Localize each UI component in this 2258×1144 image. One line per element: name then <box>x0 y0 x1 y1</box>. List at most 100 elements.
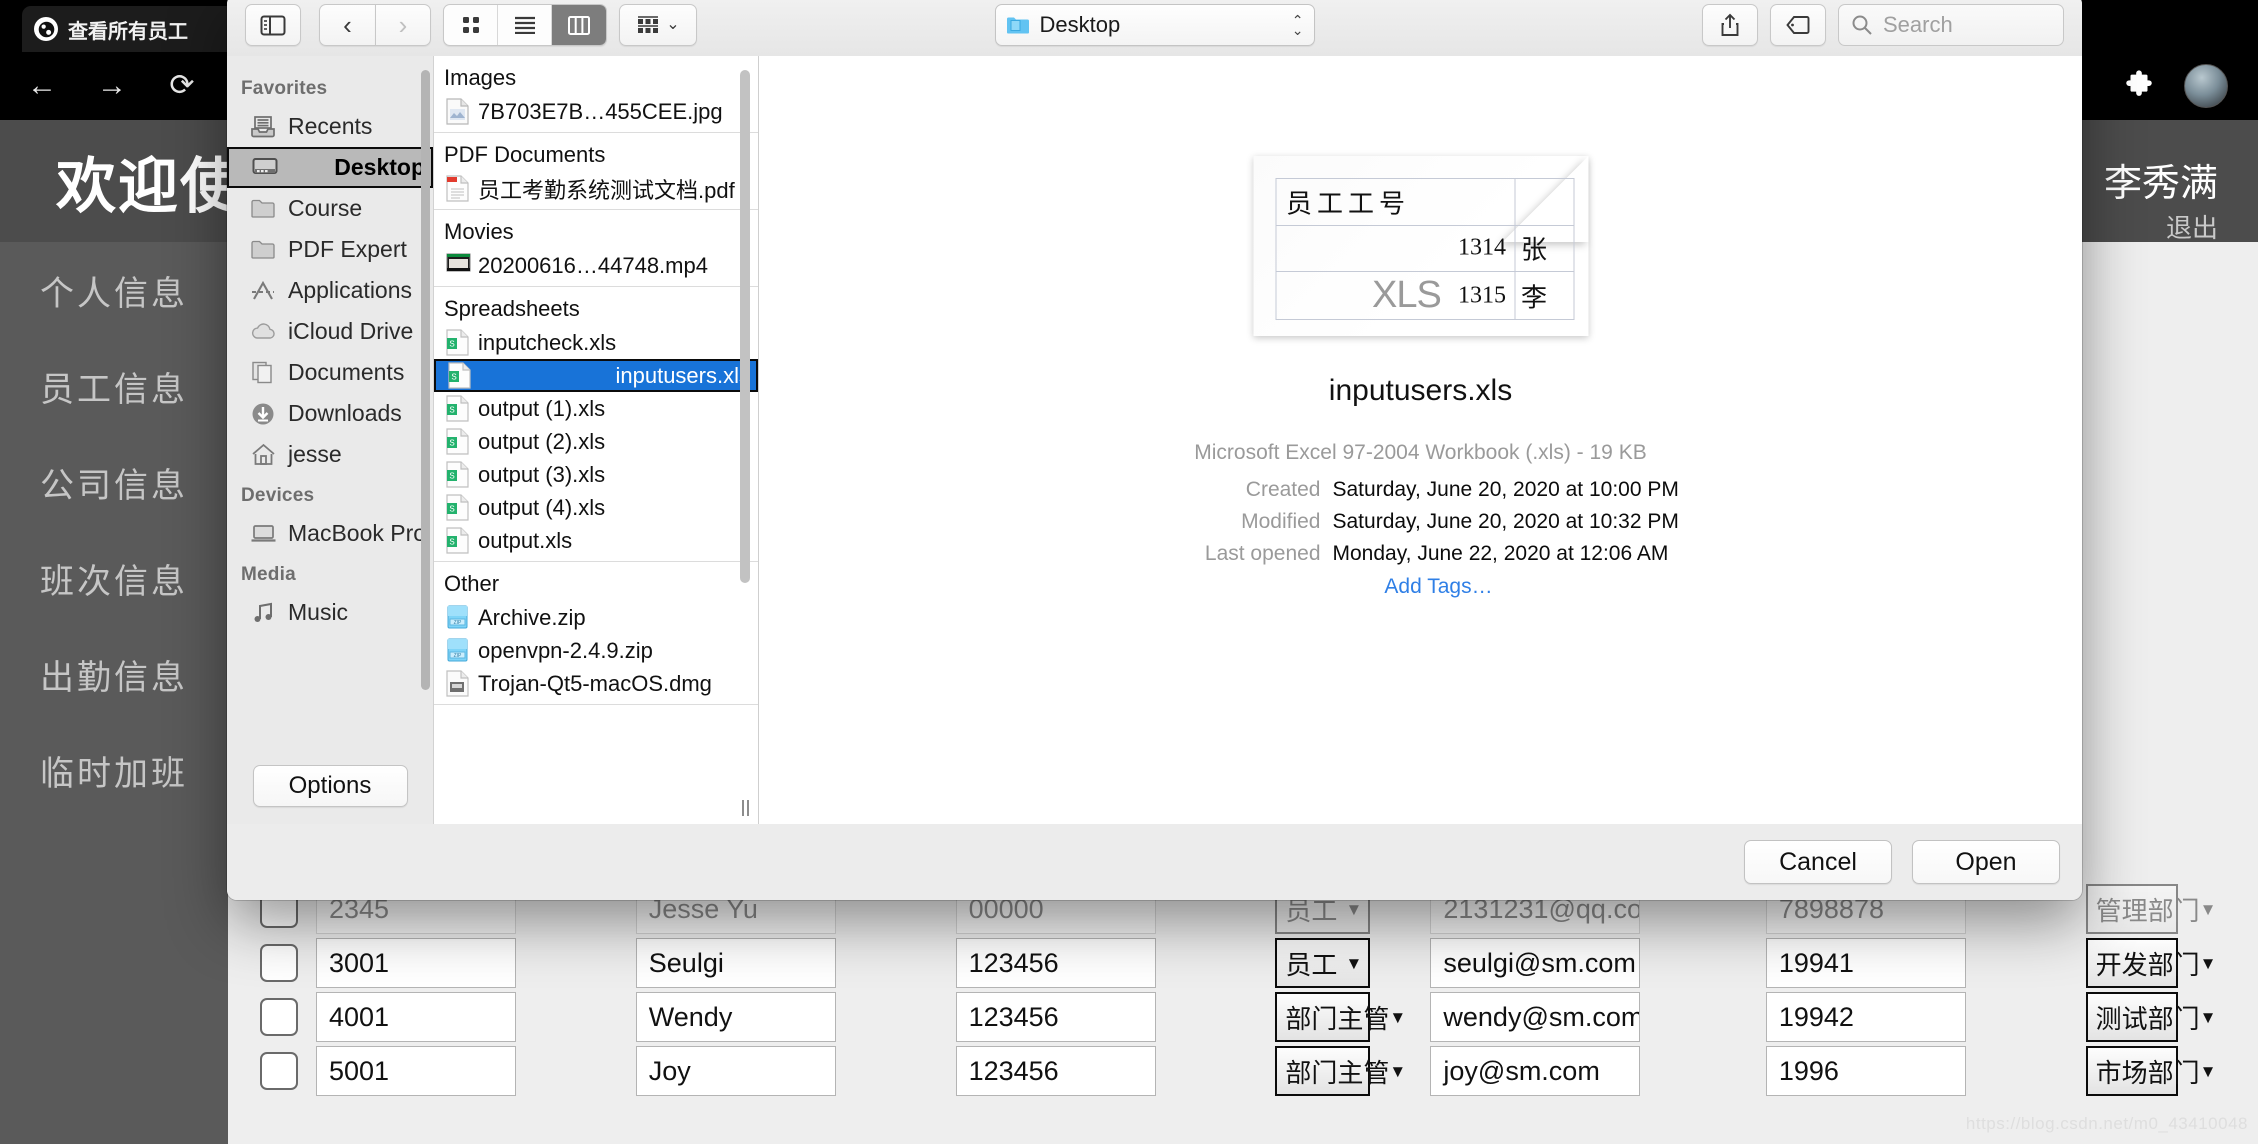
cell-phone[interactable]: 19942 <box>1766 992 1966 1042</box>
folder-icon <box>1006 15 1030 35</box>
cell-email[interactable]: wendy@sm.com <box>1430 992 1640 1042</box>
dmg-file-icon <box>446 670 469 697</box>
cell-password[interactable]: 123456 <box>956 938 1156 988</box>
xls-file-icon: S <box>446 329 469 356</box>
tag-button[interactable] <box>1770 4 1826 46</box>
dialog-forward-button[interactable]: › <box>375 4 431 46</box>
cell-role-select[interactable]: 部门主管▼ <box>1275 992 1370 1042</box>
row-checkbox[interactable] <box>260 998 298 1036</box>
list-item[interactable]: 20200616…44748.mp4 <box>434 249 758 282</box>
column-resize-handle[interactable] <box>737 800 753 818</box>
sidebar-item-macbook-pro[interactable]: MacBook Pro <box>227 513 433 554</box>
sidebar-toggle-icon[interactable] <box>245 4 301 46</box>
cell-dept-select[interactable]: 管理部门▼ <box>2086 884 2178 934</box>
sidebar-item-label: Applications <box>288 277 412 304</box>
dialog-back-button[interactable]: ‹ <box>319 4 375 46</box>
list-item[interactable]: Trojan-Qt5-macOS.dmg <box>434 667 758 700</box>
logout-link[interactable]: 退出 <box>2166 208 2218 245</box>
cell-email[interactable]: joy@sm.com <box>1430 1046 1640 1096</box>
cell-email[interactable]: seulgi@sm.com <box>1430 938 1640 988</box>
list-item[interactable]: S output (2).xls <box>434 425 758 458</box>
sidebar-item-shift[interactable]: 班次信息 <box>0 530 228 626</box>
list-item[interactable]: S output.xls <box>434 524 758 557</box>
preview-file-name: inputusers.xls <box>759 374 2082 408</box>
path-popup-button[interactable]: Desktop ⌃⌄ <box>995 4 1315 46</box>
cell-name[interactable]: Seulgi <box>636 938 836 988</box>
cell-dept-select[interactable]: 市场部门▼ <box>2086 1046 2178 1096</box>
sidebar-item-label: Desktop <box>334 154 425 181</box>
file-list-scrollbar[interactable] <box>740 70 750 583</box>
xls-format-badge: XLS <box>1372 274 1441 317</box>
list-item[interactable]: S inputcheck.xls <box>434 326 758 359</box>
share-button[interactable] <box>1702 4 1758 46</box>
cell-employee-id[interactable]: 4001 <box>316 992 516 1042</box>
extensions-puzzle-icon[interactable] <box>2122 69 2156 103</box>
role-value: 员工 <box>1285 945 1337 982</box>
sidebar-item-label: Recents <box>288 113 372 140</box>
xls-header-cell: 员工工号 <box>1276 179 1515 225</box>
sidebar-item-documents[interactable]: Documents <box>227 352 433 393</box>
cell-employee-id[interactable]: 5001 <box>316 1046 516 1096</box>
xls-cell-number: 1315 XLS <box>1276 272 1515 319</box>
sidebar-item-desktop[interactable]: Desktop <box>227 147 433 188</box>
search-input[interactable]: Search <box>1838 4 2064 46</box>
list-item[interactable]: ZIP Archive.zip <box>434 601 758 634</box>
sidebar-item-overtime[interactable]: 临时加班 <box>0 722 228 818</box>
sidebar-item-attendance[interactable]: 出勤信息 <box>0 626 228 722</box>
browser-back-icon[interactable]: ← <box>22 66 62 106</box>
column-view-button[interactable] <box>552 5 606 45</box>
cell-phone[interactable]: 19941 <box>1766 938 1966 988</box>
sidebar-item-course[interactable]: Course <box>227 188 433 229</box>
list-item[interactable]: ZIP openvpn-2.4.9.zip <box>434 634 758 667</box>
sidebar-scrollbar[interactable] <box>421 70 430 690</box>
file-name: output (1).xls <box>478 396 605 422</box>
sidebar-item-personal[interactable]: 个人信息 <box>0 242 228 338</box>
svg-text:S: S <box>451 373 456 382</box>
list-item[interactable]: S output (3).xls <box>434 458 758 491</box>
icon-view-button[interactable] <box>444 5 498 45</box>
sidebar-item-icloud-drive[interactable]: iCloud Drive <box>227 311 433 352</box>
cell-password[interactable]: 123456 <box>956 1046 1156 1096</box>
cell-phone[interactable]: 1996 <box>1766 1046 1966 1096</box>
browser-reload-icon[interactable]: ⟳ <box>162 66 202 106</box>
cell-role-select[interactable]: 部门主管▼ <box>1275 1046 1370 1096</box>
avatar[interactable] <box>2184 64 2228 108</box>
sidebar-item-applications[interactable]: Applications <box>227 270 433 311</box>
open-button[interactable]: Open <box>1912 840 2060 884</box>
sidebar-section-devices: Devices <box>227 475 433 513</box>
cell-dept-select[interactable]: 测试部门▼ <box>2086 992 2178 1042</box>
row-checkbox[interactable] <box>260 1052 298 1090</box>
browser-tab-title: 查看所有员工 <box>68 15 188 44</box>
table-row[interactable]: 5001 Joy 123456 部门主管▼ joy@sm.com 1996 市场… <box>252 1046 2230 1096</box>
sidebar-item-recents[interactable]: Recents <box>227 106 433 147</box>
table-row[interactable]: 4001 Wendy 123456 部门主管▼ wendy@sm.com 199… <box>252 992 2230 1042</box>
list-item[interactable]: 7B703E7B…455CEE.jpg <box>434 95 758 128</box>
list-view-button[interactable] <box>498 5 552 45</box>
cell-password[interactable]: 123456 <box>956 992 1156 1042</box>
cell-dept-select[interactable]: 开发部门▼ <box>2086 938 2178 988</box>
browser-forward-icon[interactable]: → <box>92 66 132 106</box>
cell-employee-id[interactable]: 3001 <box>316 938 516 988</box>
list-item[interactable]: S output (4).xls <box>434 491 758 524</box>
group-by-button[interactable]: ⌄ <box>619 4 697 46</box>
sidebar-item-music[interactable]: Music <box>227 592 433 633</box>
file-group-spreadsheets: Spreadsheets S inputcheck.xls <box>434 287 758 562</box>
sidebar-item-jesse[interactable]: jesse <box>227 434 433 475</box>
list-item[interactable]: S output (1).xls <box>434 392 758 425</box>
table-row[interactable]: 3001 Seulgi 123456 员工▼ seulgi@sm.com 199… <box>252 938 2230 988</box>
sidebar-item-employee[interactable]: 员工信息 <box>0 338 228 434</box>
list-item-selected[interactable]: S inputusers.xls <box>434 359 758 392</box>
sidebar-item-company[interactable]: 公司信息 <box>0 434 228 530</box>
row-checkbox[interactable] <box>260 944 298 982</box>
cell-name[interactable]: Joy <box>636 1046 836 1096</box>
sidebar-item-pdf-expert[interactable]: PDF Expert <box>227 229 433 270</box>
add-tags-link[interactable]: Add Tags… <box>1111 575 1731 599</box>
cancel-button[interactable]: Cancel <box>1744 840 1892 884</box>
cell-name[interactable]: Wendy <box>636 992 836 1042</box>
cell-role-select[interactable]: 员工▼ <box>1275 938 1370 988</box>
search-icon <box>1851 14 1873 36</box>
file-group-title: Other <box>434 562 758 601</box>
list-item[interactable]: 员工考勤系统测试文档.pdf <box>434 172 758 205</box>
sidebar-item-downloads[interactable]: Downloads <box>227 393 433 434</box>
options-button[interactable]: Options <box>253 765 408 807</box>
